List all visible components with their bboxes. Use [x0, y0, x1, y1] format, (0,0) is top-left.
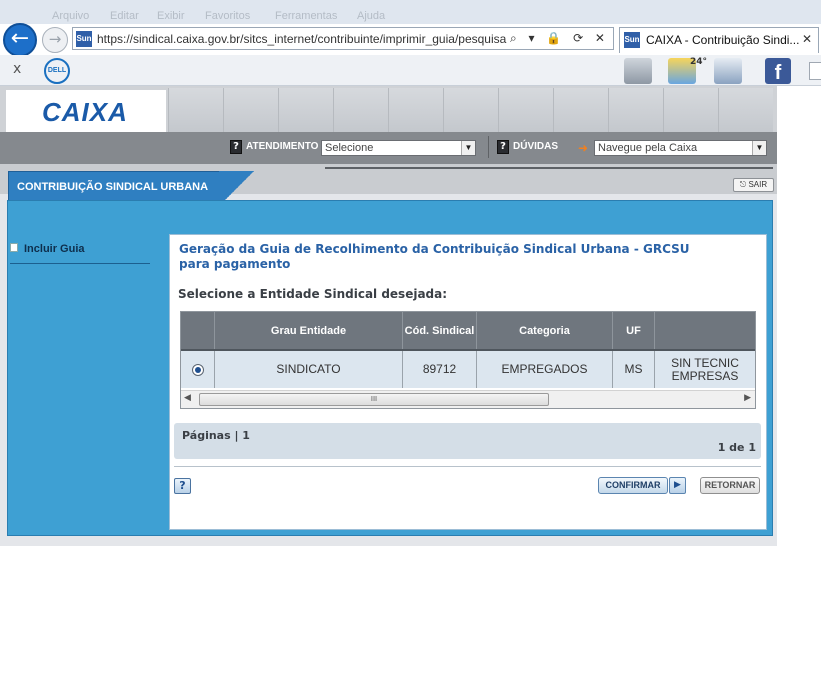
utility-divider — [488, 136, 489, 158]
document-icon — [10, 243, 18, 252]
return-button[interactable]: RETORNAR — [700, 477, 760, 494]
mail-addon-icon[interactable] — [714, 58, 742, 84]
caixa-logo[interactable]: CAIXA — [42, 97, 128, 128]
col-header-codigo: Cód. Sindical — [403, 312, 477, 349]
scroll-right-icon[interactable]: ▶ — [744, 393, 751, 403]
page-title: Geração da Guia de Recolhimento da Contr… — [179, 242, 690, 271]
help-button[interactable]: ? — [174, 478, 191, 494]
navegue-select[interactable]: Navegue pela Caixa ▼ — [594, 140, 767, 156]
addon-toolbar: x DELL 24° f — [0, 55, 821, 86]
header-decoration — [168, 88, 773, 132]
confirm-button[interactable]: CONFIRMAR — [598, 477, 668, 494]
instruction-text: Selecione a Entidade Sindical desejada: — [178, 287, 448, 301]
address-bar[interactable]: Sun https://sindical.caixa.gov.br/sitcs_… — [72, 27, 614, 50]
pagination-bar: Páginas | 1 1 de 1 — [174, 423, 761, 459]
toolbar-close-icon[interactable]: x — [13, 61, 21, 77]
chevron-down-icon: ▼ — [461, 141, 475, 155]
facebook-icon[interactable]: f — [765, 58, 791, 84]
address-bar-icons[interactable]: ⌕ ▾ 🔒 ⟳ ✕ — [510, 31, 609, 46]
tab-close-icon[interactable]: ✕ — [802, 32, 812, 46]
menu-item[interactable]: Ferramentas — [275, 10, 337, 22]
duvidas-label[interactable]: DÚVIDAS — [513, 141, 558, 152]
atendimento-select[interactable]: Selecione ▼ — [321, 140, 476, 156]
scroll-thumb[interactable]: III — [199, 393, 549, 406]
sair-label: SAIR — [748, 180, 768, 189]
menu-item[interactable]: Favoritos — [205, 10, 250, 22]
cell-grau: SINDICATO — [215, 351, 403, 388]
tab-title: CAIXA - Contribuição Sindi... — [646, 33, 800, 47]
search-box-stub[interactable] — [809, 62, 821, 80]
pagination-pages[interactable]: Páginas | 1 — [182, 429, 250, 442]
menu-item[interactable]: Editar — [110, 10, 139, 22]
tab-favicon-icon: Sun — [624, 32, 640, 48]
entity-radio[interactable] — [191, 363, 204, 376]
atendimento-help-icon: ? — [230, 140, 242, 154]
tab-contribuicao-sindical-urbana[interactable]: CONTRIBUIÇÃO SINDICAL URBANA — [8, 171, 220, 201]
col-header-grau: Grau Entidade — [215, 312, 403, 349]
chevron-down-icon: ▼ — [752, 141, 766, 155]
site-favicon-icon: Sun — [76, 31, 92, 47]
select-cell[interactable] — [181, 351, 215, 388]
pagination-count: 1 de 1 — [717, 441, 756, 454]
sidebar-item-label: Incluir Guia — [24, 243, 85, 255]
back-button[interactable]: ← — [3, 23, 37, 57]
car-addon-icon[interactable] — [624, 58, 652, 84]
entity-table: Grau Entidade Cód. Sindical Categoria UF… — [180, 311, 756, 409]
browser-tab-active[interactable]: Sun CAIXA - Contribuição Sindi... ✕ — [619, 27, 819, 53]
table-header: Grau Entidade Cód. Sindical Categoria UF — [181, 312, 755, 351]
tab-slant-decoration — [219, 171, 259, 201]
tabs-line-divider — [325, 167, 773, 169]
sidebar-item-incluir-guia[interactable]: Incluir Guia — [10, 243, 150, 264]
dell-logo-icon[interactable]: DELL — [44, 58, 70, 84]
forward-button[interactable]: → — [42, 27, 68, 53]
col-header-uf: UF — [613, 312, 655, 349]
table-horizontal-scrollbar[interactable]: ◀ III ▶ — [181, 390, 755, 408]
menu-item[interactable]: Arquivo — [52, 10, 89, 22]
duvidas-help-icon: ? — [497, 140, 509, 154]
footer-divider — [174, 466, 761, 467]
cell-codigo: 89712 — [403, 351, 477, 388]
navegue-select-value: Navegue pela Caixa — [598, 142, 698, 154]
menu-item[interactable]: Ajuda — [357, 10, 385, 22]
navigate-arrow-icon: ➜ — [578, 141, 589, 155]
cell-categoria: EMPREGADOS — [477, 351, 613, 388]
col-header-categoria: Categoria — [477, 312, 613, 349]
url-text[interactable]: https://sindical.caixa.gov.br/sitcs_inte… — [97, 32, 517, 46]
menu-item[interactable]: Exibir — [157, 10, 185, 22]
col-header-nome — [655, 312, 755, 349]
atendimento-select-value: Selecione — [325, 142, 374, 154]
browser-menubar: Arquivo Editar Exibir Favoritos Ferramen… — [0, 0, 821, 24]
col-header-select — [181, 312, 215, 349]
table-row[interactable]: SINDICATO 89712 EMPREGADOS MS SIN TECNIC… — [181, 351, 755, 388]
scroll-left-icon[interactable]: ◀ — [184, 393, 191, 403]
sair-button[interactable]: ⎋ SAIR — [733, 178, 774, 192]
weather-temperature: 24° — [690, 57, 708, 67]
cell-nome: SIN TECNIC EMPRESAS — [671, 355, 739, 383]
confirm-arrow-icon[interactable]: ▶ — [669, 477, 686, 494]
browser-window: Arquivo Editar Exibir Favoritos Ferramen… — [0, 0, 821, 681]
cell-uf: MS — [613, 351, 655, 388]
atendimento-label: ATENDIMENTO — [246, 141, 319, 152]
